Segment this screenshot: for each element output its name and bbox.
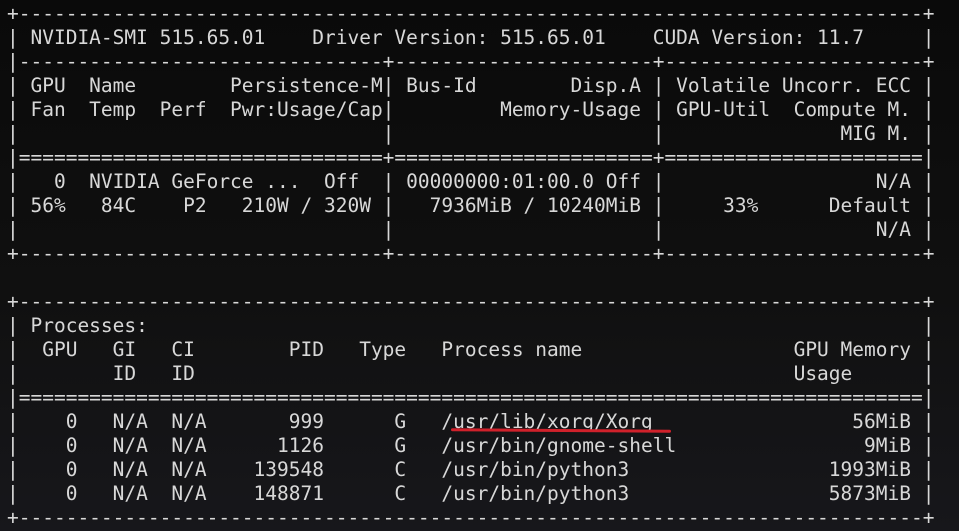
gpu-row-3: | | | N/A | (7, 218, 935, 241)
process-table-bottom: +---------------------------------------… (7, 506, 935, 529)
process-row: | 0 N/A N/A 1126 G /usr/bin/gnome-shell … (7, 434, 935, 457)
gpu-header-row-3: | | | MIG M. | (7, 122, 935, 145)
process-row: | 0 N/A N/A 148871 C /usr/bin/python3 58… (7, 482, 935, 505)
table-top-border: +---------------------------------------… (7, 2, 935, 25)
process-row: | 0 N/A N/A 139548 C /usr/bin/python3 19… (7, 458, 935, 481)
process-header-divider: |=======================================… (7, 386, 935, 409)
gpu-header-row-2: | Fan Temp Perf Pwr:Usage/Cap| Memory-Us… (7, 98, 935, 121)
process-table-top: +---------------------------------------… (7, 290, 935, 313)
terminal-window[interactable]: +---------------------------------------… (0, 0, 959, 531)
gpu-header-divider: |===============================+=======… (7, 146, 935, 169)
process-header-row-1: | GPU GI CI PID Type Process name GPU Me… (7, 338, 935, 361)
process-header-row-2: | ID ID Usage | (7, 362, 935, 385)
gpu-table-bottom: +-------------------------------+-------… (7, 242, 935, 265)
gpu-header-row-1: | GPU Name Persistence-M| Bus-Id Disp.A … (7, 74, 935, 97)
header-separator: |-------------------------------+-------… (7, 50, 935, 73)
smi-version-line: | NVIDIA-SMI 515.65.01 Driver Version: 5… (7, 26, 935, 49)
processes-title: | Processes: | (7, 314, 935, 337)
gpu-row-2: | 56% 84C P2 210W / 320W | 7936MiB / 102… (7, 194, 935, 217)
gpu-row-1: | 0 NVIDIA GeForce ... Off | 00000000:01… (7, 170, 935, 193)
